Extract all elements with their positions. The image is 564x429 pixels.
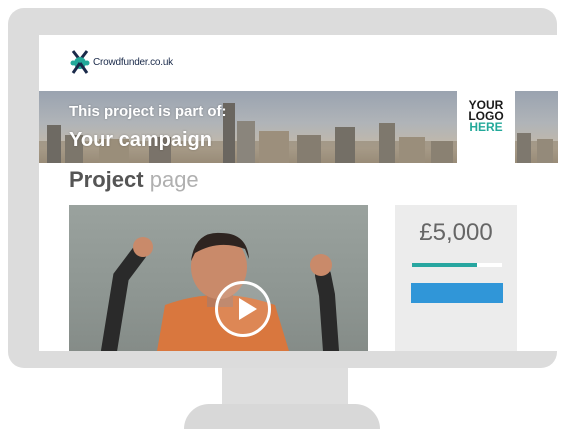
funding-panel: £5,000	[395, 205, 517, 351]
logo-placeholder-line-3: HERE	[469, 120, 503, 134]
funding-progress-fill	[412, 263, 477, 267]
monitor-frame: Crowdfunder.co.uk This project is part o…	[8, 8, 558, 368]
site-header: Crowdfunder.co.uk	[39, 35, 558, 91]
banner-campaign-title[interactable]: Your campaign	[69, 129, 212, 152]
logo-text: Crowdfunder.co.uk	[93, 56, 173, 68]
funding-progress-bar	[412, 263, 502, 267]
page-title: Project page	[69, 167, 199, 193]
monitor-screen: Crowdfunder.co.uk This project is part o…	[39, 35, 558, 351]
crowdfunder-logo-icon	[70, 50, 90, 74]
crowdfunder-logo[interactable]: Crowdfunder.co.uk	[69, 49, 173, 75]
funding-amount: £5,000	[419, 219, 493, 246]
video-thumbnail-person	[101, 232, 339, 351]
page-title-bold: Project	[69, 167, 144, 192]
play-icon[interactable]	[215, 281, 271, 337]
banner-kicker: This project is part of:	[69, 103, 227, 120]
video-player[interactable]	[69, 205, 368, 351]
page-title-light: page	[149, 167, 199, 192]
pledge-button[interactable]	[411, 283, 503, 303]
campaign-banner: This project is part of: Your campaign Y…	[39, 91, 558, 163]
monitor-stand-neck	[222, 368, 348, 406]
logo-placeholder: YOUR LOGO HERE	[457, 91, 515, 163]
monitor-stand-base	[184, 404, 380, 429]
